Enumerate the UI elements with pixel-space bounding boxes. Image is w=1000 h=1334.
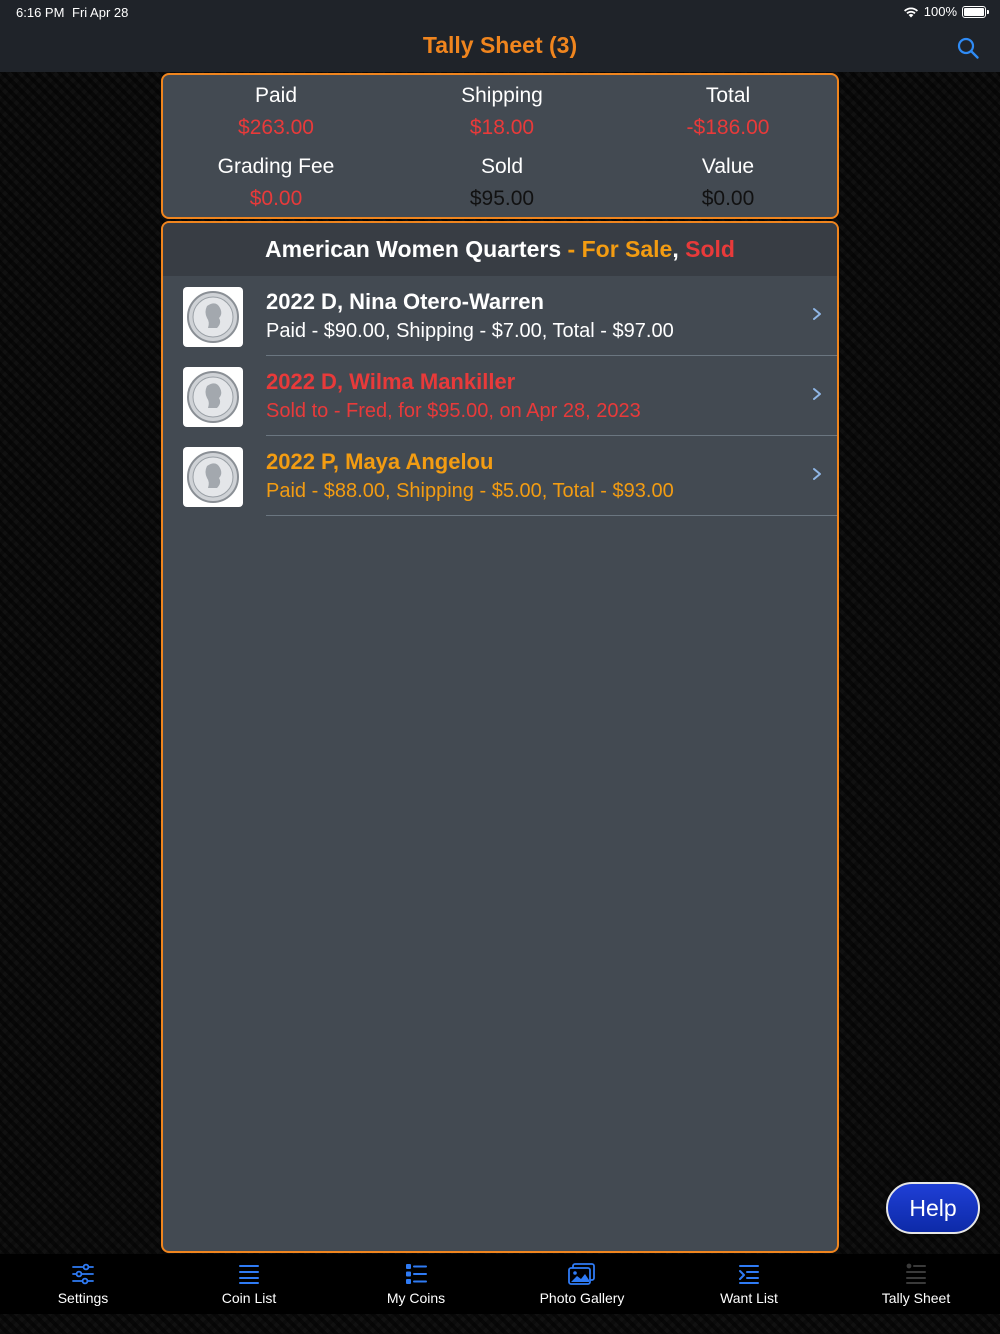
- wifi-icon: [903, 7, 918, 17]
- sold-value: $95.00: [469, 187, 535, 210]
- tab-label: Coin List: [221, 1290, 277, 1306]
- sold-summary: Sold $95.00: [389, 155, 615, 211]
- quarter-coin-icon: [187, 371, 239, 423]
- section-header: American Women Quarters - For Sale, Sold: [163, 223, 837, 276]
- tab-coin-list[interactable]: Coin List: [166, 1254, 332, 1314]
- total-summary: Total -$186.00: [615, 84, 841, 140]
- header-comma: ,: [672, 236, 686, 262]
- tab-label: Photo Gallery: [539, 1290, 625, 1306]
- battery-icon: [962, 5, 989, 18]
- coin-title: 2022 D, Wilma Mankiller: [266, 369, 516, 394]
- home-indicator-area: [0, 1314, 1000, 1334]
- row-separator: [266, 515, 837, 516]
- help-button[interactable]: Help: [886, 1182, 980, 1234]
- sold-filter: Sold: [685, 236, 735, 262]
- bulleted-list-icon: [406, 1264, 427, 1284]
- coin-details: Paid - $90.00, Shipping - $7.00, Total -…: [266, 320, 674, 342]
- tab-bar: Settings Coin List My Coins Photo Galler…: [0, 1254, 1000, 1314]
- tab-settings[interactable]: Settings: [0, 1254, 166, 1314]
- search-icon[interactable]: [956, 36, 980, 60]
- value-summary: Value $0.00: [615, 155, 841, 211]
- grading-fee-label: Grading Fee: [217, 155, 335, 178]
- list-icon: [239, 1265, 259, 1284]
- paid-summary: Paid $263.00: [163, 84, 389, 140]
- status-bar: 6:16 PM Fri Apr 28 100%: [0, 0, 1000, 24]
- chevron-right-icon: [813, 308, 821, 320]
- quarter-coin-icon: [187, 451, 239, 503]
- coin-details: Paid - $88.00, Shipping - $5.00, Total -…: [266, 480, 674, 502]
- quarter-coin-icon: [187, 291, 239, 343]
- chevron-right-icon: [813, 468, 821, 480]
- chevron-right-icon: [813, 388, 821, 400]
- tally-summary: Paid $263.00 Shipping $18.00 Total -$186…: [161, 73, 839, 219]
- status-indicators: 100%: [903, 4, 989, 19]
- status-time: 6:16 PM: [16, 5, 65, 20]
- photo-gallery-icon: [568, 1263, 595, 1285]
- for-sale-filter: For Sale: [581, 236, 673, 262]
- paid-value: $263.00: [238, 116, 314, 139]
- coin-list-panel: American Women Quarters - For Sale, Sold…: [161, 221, 839, 1253]
- want-list-icon: [739, 1265, 759, 1284]
- coin-row[interactable]: 2022 D, Wilma Mankiller Sold to - Fred, …: [163, 356, 837, 436]
- header-dash: -: [561, 236, 582, 262]
- tab-want-list[interactable]: Want List: [666, 1254, 832, 1314]
- tab-tally-sheet[interactable]: Tally Sheet: [833, 1254, 999, 1314]
- paid-label: Paid: [254, 84, 298, 107]
- coin-details: Sold to - Fred, for $95.00, on Apr 28, 2…: [266, 400, 641, 422]
- value-value: $0.00: [701, 187, 755, 210]
- sold-label: Sold: [480, 155, 524, 178]
- tab-label: Tally Sheet: [881, 1290, 951, 1306]
- tally-sheet-icon: [906, 1263, 926, 1284]
- grading-fee-value: $0.00: [249, 187, 303, 210]
- coin-title: 2022 D, Nina Otero-Warren: [266, 289, 544, 314]
- battery-percent: 100%: [923, 4, 957, 19]
- tab-photo-gallery[interactable]: Photo Gallery: [499, 1254, 665, 1314]
- coin-row[interactable]: 2022 P, Maya Angelou Paid - $88.00, Ship…: [163, 436, 837, 516]
- tab-label: Settings: [57, 1290, 109, 1306]
- coin-thumbnail: [183, 447, 243, 507]
- coin-title: 2022 P, Maya Angelou: [266, 449, 494, 474]
- tab-label: Want List: [720, 1290, 778, 1306]
- grading-fee-summary: Grading Fee $0.00: [163, 155, 389, 211]
- series-name: American Women Quarters: [265, 236, 562, 262]
- coin-row[interactable]: 2022 D, Nina Otero-Warren Paid - $90.00,…: [163, 276, 837, 356]
- tab-my-coins[interactable]: My Coins: [333, 1254, 499, 1314]
- coin-thumbnail: [183, 367, 243, 427]
- shipping-label: Shipping: [461, 84, 543, 107]
- shipping-value: $18.00: [469, 116, 535, 139]
- navigation-bar: Tally Sheet (3): [0, 24, 1000, 72]
- status-date: Fri Apr 28: [72, 5, 129, 20]
- page-title: Tally Sheet (3): [422, 32, 578, 58]
- total-label: Total: [705, 84, 751, 107]
- shipping-summary: Shipping $18.00: [389, 84, 615, 140]
- value-label: Value: [701, 155, 755, 178]
- sliders-icon: [72, 1263, 94, 1285]
- tab-label: My Coins: [386, 1290, 446, 1306]
- total-value: -$186.00: [686, 116, 770, 139]
- coin-thumbnail: [183, 287, 243, 347]
